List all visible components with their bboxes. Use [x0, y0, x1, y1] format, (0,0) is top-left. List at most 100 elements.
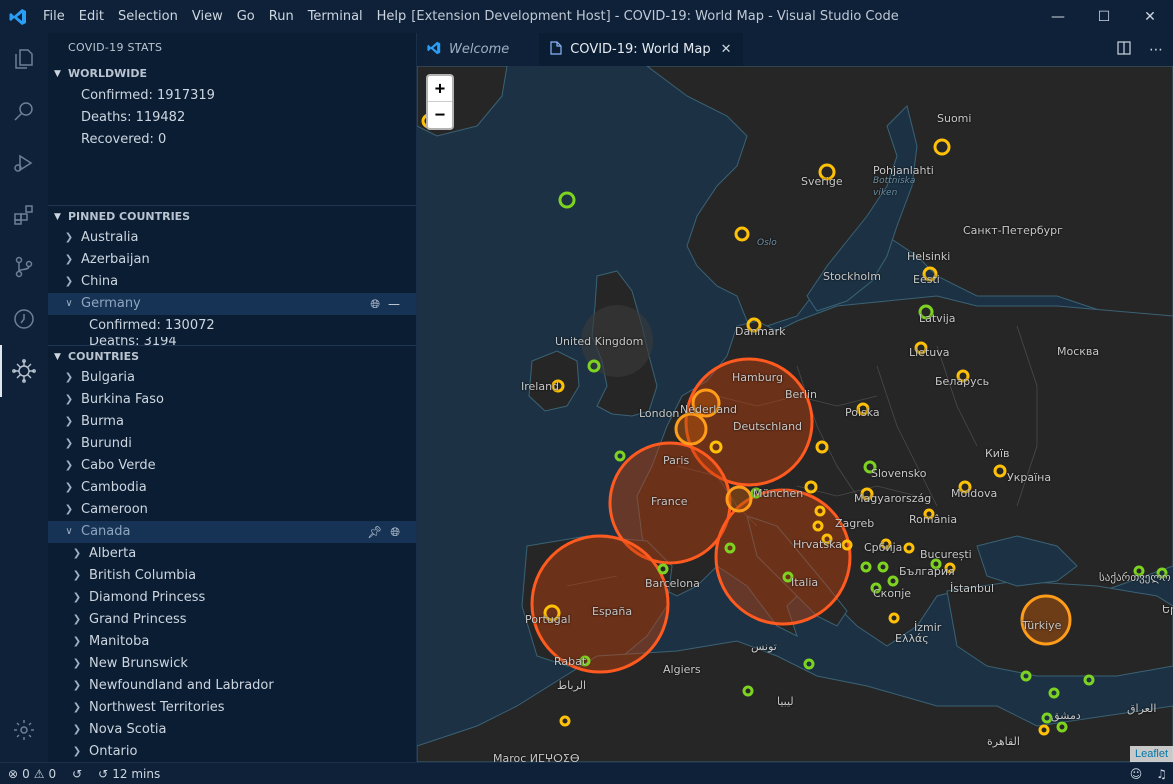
country-item[interactable]: ❯ Burundi [48, 433, 416, 455]
pinned-country-item[interactable]: ❯ Australia [48, 227, 416, 249]
marker-switzerland[interactable] [725, 485, 753, 513]
province-item[interactable]: ❯ Diamond Princess [48, 587, 416, 609]
pinned-country-item-selected[interactable]: ∨ Germany 🌐︎ — [48, 293, 416, 315]
vscode-logo-icon [0, 0, 36, 33]
zoom-in-button[interactable]: + [428, 76, 452, 102]
source-control-icon[interactable] [0, 241, 48, 293]
country-item[interactable]: ❯ Bulgaria [48, 367, 416, 389]
run-debug-icon[interactable] [0, 137, 48, 189]
countries-section-header[interactable]: ▼ COUNTRIES [48, 345, 416, 367]
province-item[interactable]: ❯ Alberta [48, 543, 416, 565]
chevron-right-icon: ❯ [64, 394, 74, 405]
province-item[interactable]: ❯ Northwest Territories [48, 697, 416, 719]
map-label: Երևան [1162, 603, 1173, 616]
worldwide-deaths: Deaths: 119482 [81, 110, 186, 125]
time-indicator[interactable]: ↺ 12 mins [90, 767, 168, 781]
minimize-icon[interactable]: — [1035, 0, 1081, 33]
map-label: Москва [1057, 345, 1100, 358]
map-label: România [909, 513, 958, 526]
province-item[interactable]: ❯ Manitoba [48, 631, 416, 653]
unpin-icon[interactable]: — [388, 293, 400, 315]
world-map[interactable]: Suomi Sverige Pohjanlahti Bottniska viken Osl… [417, 66, 1173, 762]
map-label: Україна [1007, 471, 1052, 484]
map-canvas [417, 66, 1173, 762]
province-item[interactable]: ❯ Nova Scotia [48, 719, 416, 741]
pin-icon[interactable]: 📌︎ [367, 521, 382, 543]
country-item[interactable]: ❯ Burma [48, 411, 416, 433]
map-label: دمشق [1051, 709, 1081, 722]
map-label: Polska [845, 406, 880, 419]
menu-bar: File Edit Selection View Go Run Terminal… [36, 0, 413, 33]
map-label: Slovensko [871, 467, 927, 480]
chevron-down-icon: ▼ [54, 69, 61, 79]
close-window-icon[interactable]: ✕ [1127, 0, 1173, 33]
editor-tab-bar: Welcome COVID-19: World Map ✕ ⋯ [417, 33, 1173, 66]
province-item[interactable]: ❯ Ontario [48, 741, 416, 762]
menu-run[interactable]: Run [262, 0, 301, 33]
country-item[interactable]: ❯ Cameroon [48, 499, 416, 521]
problems-indicator[interactable]: ⊗ 0 ⚠︎ 0 [0, 767, 64, 781]
settings-gear-icon[interactable] [0, 704, 48, 756]
province-item[interactable]: ❯ British Columbia [48, 565, 416, 587]
country-item-selected[interactable]: ∨ Canada 📌︎ 🌐︎ [48, 521, 416, 543]
extensions-icon[interactable] [0, 189, 48, 241]
map-label: Sverige [801, 175, 843, 188]
map-label: العراق [1127, 702, 1157, 715]
zoom-out-button[interactable]: − [428, 102, 452, 128]
chevron-right-icon: ❯ [64, 372, 74, 383]
province-item[interactable]: ❯ Grand Princess [48, 609, 416, 631]
menu-go[interactable]: Go [230, 0, 262, 33]
map-label: Zagreb [835, 517, 875, 530]
feedback-icon[interactable]: ☺ [1130, 767, 1143, 781]
chevron-right-icon: ❯ [64, 276, 74, 287]
chevron-right-icon: ❯ [72, 636, 82, 647]
covid-stats-icon[interactable] [0, 345, 48, 397]
map-label: Suomi [937, 112, 972, 125]
menu-edit[interactable]: Edit [72, 0, 111, 33]
split-editor-icon[interactable] [1117, 40, 1131, 59]
province-item[interactable]: ❯ New Brunswick [48, 653, 416, 675]
marker-belgium[interactable] [674, 412, 708, 446]
map-label: Hamburg [732, 371, 783, 384]
map-label: Nederland [680, 403, 738, 416]
tab-world-map[interactable]: COVID-19: World Map ✕ [540, 33, 743, 66]
pinned-country-item[interactable]: ❯ Azerbaijan [48, 249, 416, 271]
vscode-logo-icon [427, 41, 441, 59]
maximize-icon[interactable]: ☐ [1081, 0, 1127, 33]
map-label: Rabat [554, 655, 587, 668]
file-icon [550, 40, 562, 59]
tab-welcome[interactable]: Welcome [417, 33, 541, 66]
map-label: България [899, 565, 955, 578]
country-item[interactable]: ❯ Cabo Verde [48, 455, 416, 477]
globe-icon[interactable]: 🌐︎ [370, 293, 380, 315]
search-icon[interactable] [0, 85, 48, 137]
worldwide-section-header[interactable]: ▼ WORLDWIDE [48, 63, 416, 85]
province-item[interactable]: ❯ Newfoundland and Labrador [48, 675, 416, 697]
more-actions-icon[interactable]: ⋯ [1149, 42, 1163, 58]
map-label: Скопје [873, 587, 912, 600]
country-item[interactable]: ❯ Burkina Faso [48, 389, 416, 411]
title-bar: File Edit Selection View Go Run Terminal… [0, 0, 1173, 33]
notifications-bell-icon[interactable]: ♫ [1156, 767, 1167, 781]
chevron-down-icon: ∨ [65, 526, 73, 537]
marker-spain[interactable] [530, 534, 670, 674]
map-label: Latvija [919, 312, 956, 325]
globe-icon[interactable]: 🌐︎ [390, 521, 400, 543]
explorer-icon[interactable] [0, 33, 48, 85]
history-icon[interactable]: ↺ [64, 767, 90, 781]
country-item[interactable]: ❯ Cambodia [48, 477, 416, 499]
menu-view[interactable]: View [185, 0, 230, 33]
leaflet-attribution[interactable]: Leaflet [1129, 746, 1173, 762]
chevron-right-icon: ❯ [72, 702, 82, 713]
pinned-country-item[interactable]: ❯ China [48, 271, 416, 293]
pinned-countries-section-header[interactable]: ▼ PINNED COUNTRIES [48, 205, 416, 227]
map-label: Moldova [951, 487, 998, 500]
chevron-right-icon: ❯ [72, 592, 82, 603]
chevron-right-icon: ❯ [64, 460, 74, 471]
map-label: تونس [751, 640, 777, 653]
menu-file[interactable]: File [36, 0, 72, 33]
chevron-right-icon: ❯ [64, 438, 74, 449]
close-tab-icon[interactable]: ✕ [721, 42, 732, 57]
menu-selection[interactable]: Selection [111, 0, 185, 33]
timeline-icon[interactable] [0, 293, 48, 345]
